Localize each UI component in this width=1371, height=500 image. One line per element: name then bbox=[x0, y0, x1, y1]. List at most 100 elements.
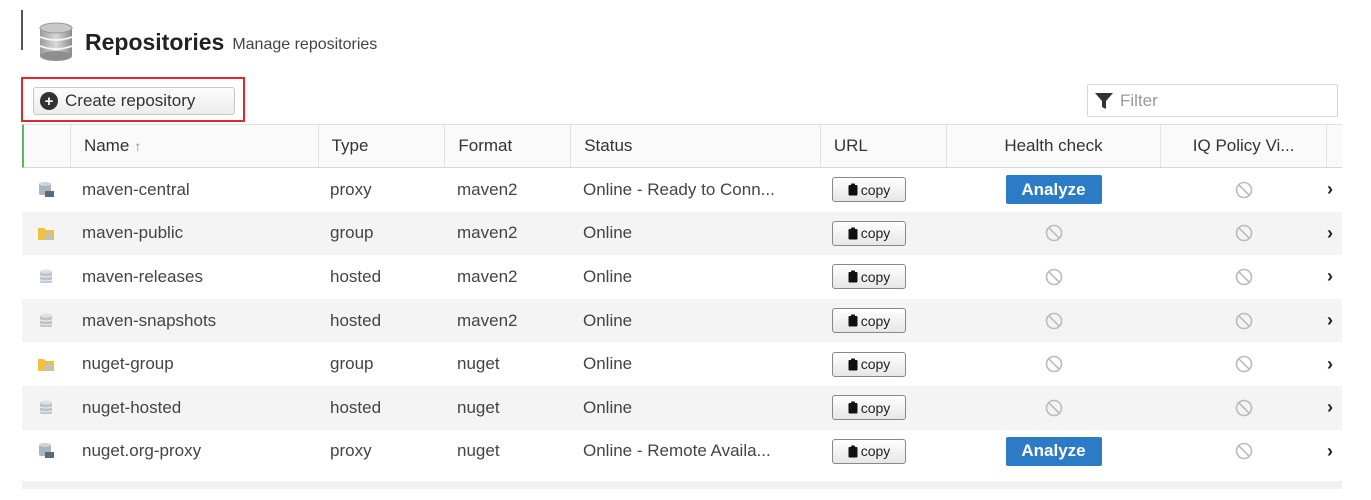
iq-policy-cell bbox=[1161, 168, 1327, 212]
iq-policy-cell bbox=[1161, 299, 1327, 343]
repo-name: nuget-hosted bbox=[82, 397, 182, 417]
chevron-right-icon[interactable]: › bbox=[1327, 342, 1342, 386]
column-header-iq-policy[interactable]: IQ Policy Vi... bbox=[1161, 125, 1328, 167]
column-header-format[interactable]: Format bbox=[445, 125, 572, 167]
repo-format: maven2 bbox=[457, 179, 518, 199]
repo-type: proxy bbox=[330, 441, 372, 461]
chevron-right-icon[interactable]: › bbox=[1327, 212, 1342, 256]
repo-name: nuget.org-proxy bbox=[82, 441, 202, 461]
plus-circle-icon: + bbox=[40, 92, 58, 110]
repo-format: maven2 bbox=[457, 310, 518, 330]
health-check-cell: Analyze bbox=[946, 168, 1161, 212]
table-body: maven-central proxy maven2 Online - Read… bbox=[22, 168, 1342, 473]
column-header-status[interactable]: Status bbox=[571, 125, 821, 167]
repo-format: maven2 bbox=[457, 266, 518, 286]
clipboard-icon bbox=[848, 227, 858, 240]
repo-type: group bbox=[330, 354, 374, 374]
copy-label: copy bbox=[860, 312, 891, 329]
table-row[interactable]: nuget-hosted hosted nuget Online copy › bbox=[22, 385, 1342, 430]
hosted-repo-icon bbox=[22, 255, 69, 299]
chevron-right-icon[interactable]: › bbox=[1327, 299, 1342, 343]
repo-format: nuget bbox=[457, 397, 500, 417]
database-icon bbox=[39, 22, 73, 61]
repo-type: proxy bbox=[330, 179, 372, 199]
page-header: Repositories Manage repositories bbox=[38, 22, 377, 62]
copy-url-button[interactable]: copy bbox=[832, 177, 906, 203]
analyze-button[interactable]: Analyze bbox=[1005, 436, 1102, 466]
copy-url-button[interactable]: copy bbox=[832, 220, 906, 246]
repo-name: maven-central bbox=[82, 179, 190, 199]
repo-status: Online bbox=[583, 310, 633, 330]
proxy-repo-icon bbox=[22, 168, 69, 212]
table-row[interactable]: maven-central proxy maven2 Online - Read… bbox=[22, 168, 1342, 212]
repo-name: maven-public bbox=[82, 223, 184, 243]
create-repository-label: Create repository bbox=[65, 91, 196, 110]
not-available-icon bbox=[1235, 399, 1253, 417]
clipboard-icon bbox=[848, 358, 858, 371]
table-row[interactable]: maven-public group maven2 Online copy › bbox=[22, 211, 1342, 256]
column-header-health-check[interactable]: Health check bbox=[947, 125, 1162, 167]
chevron-right-icon[interactable]: › bbox=[1327, 430, 1342, 474]
not-available-icon bbox=[1235, 225, 1253, 242]
copy-url-button[interactable]: copy bbox=[832, 351, 906, 377]
clipboard-icon bbox=[848, 314, 858, 327]
url-cell: copy bbox=[820, 168, 946, 212]
column-header-type[interactable]: Type bbox=[319, 125, 446, 167]
table-row[interactable]: nuget.org-proxy proxy nuget Online - Rem… bbox=[22, 430, 1342, 474]
repo-name: maven-releases bbox=[82, 266, 203, 286]
group-repo-icon bbox=[22, 342, 69, 386]
not-available-icon bbox=[1235, 443, 1253, 460]
not-available-icon bbox=[1235, 268, 1253, 286]
repo-status: Online - Ready to Conn... bbox=[583, 179, 775, 199]
table-row[interactable]: maven-releases hosted maven2 Online copy… bbox=[22, 255, 1342, 299]
health-check-cell bbox=[946, 212, 1161, 256]
copy-url-button[interactable]: copy bbox=[832, 308, 906, 334]
repo-name: maven-snapshots bbox=[82, 310, 217, 330]
not-available-icon bbox=[1045, 268, 1062, 286]
column-header-url[interactable]: URL bbox=[821, 125, 947, 167]
copy-label: copy bbox=[860, 268, 891, 285]
copy-url-button[interactable]: copy bbox=[832, 438, 906, 464]
repo-type: group bbox=[330, 223, 374, 243]
clipboard-icon bbox=[848, 183, 858, 196]
not-available-icon bbox=[1045, 225, 1062, 242]
chevron-right-icon[interactable]: › bbox=[1327, 168, 1342, 212]
repo-status: Online - Remote Availa... bbox=[583, 441, 771, 461]
copy-url-button[interactable]: copy bbox=[832, 264, 906, 290]
sort-ascending-icon: ↑ bbox=[134, 138, 142, 154]
not-available-icon bbox=[1045, 355, 1062, 373]
url-cell: copy bbox=[820, 212, 946, 256]
column-header-arrow bbox=[1327, 125, 1342, 167]
chevron-right-icon[interactable]: › bbox=[1327, 255, 1342, 299]
repo-format: nuget bbox=[457, 441, 500, 461]
not-available-icon bbox=[1045, 399, 1062, 417]
table-footer-bar bbox=[22, 481, 1342, 489]
analyze-button[interactable]: Analyze bbox=[1005, 175, 1102, 205]
column-header-type-label: Type bbox=[331, 136, 369, 155]
clipboard-icon bbox=[848, 270, 858, 283]
filter-box[interactable] bbox=[1087, 84, 1338, 117]
repo-format: maven2 bbox=[457, 223, 518, 243]
chevron-right-icon[interactable]: › bbox=[1327, 386, 1342, 430]
url-cell: copy bbox=[820, 430, 946, 474]
not-available-icon bbox=[1045, 312, 1062, 329]
table-row[interactable]: nuget-group group nuget Online copy › bbox=[22, 342, 1342, 386]
health-check-cell: Analyze bbox=[946, 430, 1161, 474]
column-header-iq-label: IQ Policy Vi... bbox=[1192, 136, 1295, 155]
hosted-repo-icon bbox=[22, 386, 69, 430]
not-available-icon bbox=[1235, 312, 1253, 329]
copy-label: copy bbox=[860, 399, 891, 416]
not-available-icon bbox=[1235, 181, 1253, 199]
column-header-format-label: Format bbox=[458, 136, 513, 155]
column-header-url-label: URL bbox=[833, 136, 868, 155]
create-repository-button[interactable]: + Create repository bbox=[33, 87, 235, 115]
page-title: Repositories bbox=[85, 28, 225, 55]
column-header-name[interactable]: Name ↑ bbox=[71, 125, 319, 167]
filter-input[interactable] bbox=[1120, 90, 1320, 111]
health-check-cell bbox=[946, 342, 1161, 386]
left-divider bbox=[21, 10, 23, 50]
copy-url-button[interactable]: copy bbox=[832, 395, 906, 421]
column-header-icon bbox=[24, 125, 71, 167]
copy-label: copy bbox=[860, 443, 891, 460]
table-row[interactable]: maven-snapshots hosted maven2 Online cop… bbox=[22, 298, 1342, 343]
